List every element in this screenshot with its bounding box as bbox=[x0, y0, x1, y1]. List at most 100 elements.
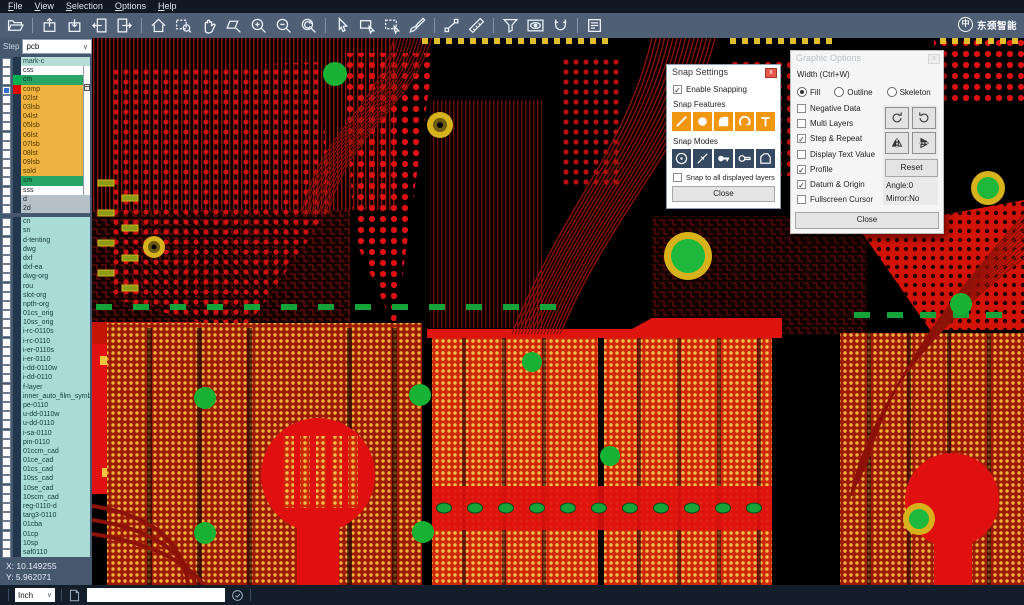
layer-row-10scm_cad[interactable]: 10scm_cad bbox=[1, 493, 90, 502]
option-fullscreen-cursor[interactable]: Fullscreen Cursor bbox=[791, 192, 883, 207]
layer-visibility-checkbox[interactable] bbox=[2, 439, 11, 448]
graphic-close-button[interactable]: Close bbox=[795, 212, 939, 229]
radio-icon[interactable] bbox=[834, 87, 844, 97]
layer-visibility-checkbox[interactable] bbox=[2, 227, 11, 236]
layer-visibility-checkbox[interactable] bbox=[2, 159, 11, 168]
view-options-icon[interactable] bbox=[523, 15, 548, 36]
zoom-out-icon[interactable] bbox=[271, 15, 296, 36]
layer-visibility-checkbox[interactable] bbox=[2, 540, 11, 549]
step-select[interactable]: pcb ∨ bbox=[22, 39, 92, 54]
next-view-icon[interactable] bbox=[112, 15, 137, 36]
layer-visibility-checkbox[interactable] bbox=[2, 168, 11, 177]
option-datum-origin[interactable]: Datum & Origin bbox=[791, 177, 883, 192]
layer-visibility-checkbox[interactable] bbox=[2, 310, 11, 319]
radio-icon[interactable] bbox=[887, 87, 897, 97]
unit-select[interactable]: Inch ∨ bbox=[15, 588, 55, 602]
polygon-mode-icon[interactable] bbox=[756, 149, 775, 168]
layer-visibility-checkbox[interactable] bbox=[2, 104, 11, 113]
home-view-icon[interactable] bbox=[146, 15, 171, 36]
pad-snap-icon[interactable] bbox=[714, 112, 733, 131]
line-tool-icon[interactable] bbox=[439, 15, 464, 36]
key-outline-mode-icon[interactable] bbox=[735, 149, 754, 168]
layer-visibility-checkbox[interactable] bbox=[2, 273, 11, 282]
layer-row-cn[interactable]: cn bbox=[1, 217, 90, 226]
command-input[interactable] bbox=[87, 588, 225, 602]
layer-row-08lst[interactable]: 08lst bbox=[1, 149, 90, 158]
mirror-horizontal-icon[interactable] bbox=[885, 132, 909, 154]
option-negative-data[interactable]: Negative Data bbox=[791, 101, 883, 116]
layer-visibility-checkbox[interactable] bbox=[2, 86, 11, 95]
layer-row-d[interactable]: d bbox=[1, 195, 90, 204]
layer-visibility-checkbox[interactable] bbox=[2, 512, 11, 521]
layer-visibility-checkbox[interactable] bbox=[2, 420, 11, 429]
key-filled-mode-icon[interactable] bbox=[714, 149, 733, 168]
layer-row-09lsb[interactable]: 09lsb bbox=[1, 158, 90, 167]
option-profile[interactable]: Profile bbox=[791, 162, 883, 177]
layer-row-01cs_cad[interactable]: 01cs_cad bbox=[1, 465, 90, 474]
layer-row-targ3-0110[interactable]: targ3-0110 bbox=[1, 511, 90, 520]
layer-visibility-checkbox[interactable] bbox=[2, 76, 11, 85]
layer-row-i-rc-0110[interactable]: i-rc-0110 bbox=[1, 337, 90, 346]
layer-row-10ss_orig[interactable]: 10ss_orig bbox=[1, 318, 90, 327]
layer-row-02lst[interactable]: 02lst bbox=[1, 94, 90, 103]
all-layers-checkbox[interactable] bbox=[673, 173, 682, 182]
layer-visibility-checkbox[interactable] bbox=[2, 384, 11, 393]
layer-row-sss[interactable]: sss bbox=[1, 186, 90, 195]
layer-row-01cba[interactable]: 01cba bbox=[1, 520, 90, 529]
layer-visibility-checkbox[interactable] bbox=[2, 365, 11, 374]
zoom-previous-icon[interactable] bbox=[296, 15, 321, 36]
layer-visibility-checkbox[interactable] bbox=[2, 393, 11, 402]
import-file-icon[interactable] bbox=[37, 15, 62, 36]
all-layers-row[interactable]: Snap to all displayed layers bbox=[667, 173, 780, 182]
layer-row-01cp[interactable]: 01cp bbox=[1, 530, 90, 539]
option-step-repeat[interactable]: Step & Repeat bbox=[791, 131, 883, 146]
layer-row-10se_cad[interactable]: 10se_cad bbox=[1, 484, 90, 493]
text-snap-icon[interactable] bbox=[756, 112, 775, 131]
layer-row-css[interactable]: css bbox=[1, 66, 90, 75]
checkbox-icon[interactable] bbox=[797, 104, 806, 113]
layer-row-sn[interactable]: sn bbox=[1, 226, 90, 235]
layer-visibility-checkbox[interactable] bbox=[2, 292, 11, 301]
layer-visibility-checkbox[interactable] bbox=[2, 319, 11, 328]
layer-row-10ss_cad[interactable]: 10ss_cad bbox=[1, 474, 90, 483]
layer-visibility-checkbox[interactable] bbox=[2, 196, 11, 205]
layer-visibility-checkbox[interactable] bbox=[2, 503, 11, 512]
layer-row-01ce_cad[interactable]: 01ce_cad bbox=[1, 456, 90, 465]
enable-snapping-checkbox[interactable] bbox=[673, 85, 682, 94]
rotate-ccw-icon[interactable] bbox=[912, 107, 936, 129]
menu-view[interactable]: View bbox=[29, 0, 60, 13]
layer-visibility-checkbox[interactable] bbox=[2, 264, 11, 273]
layer-visibility-checkbox[interactable] bbox=[2, 328, 11, 337]
line-mode-icon[interactable] bbox=[693, 149, 712, 168]
layer-visibility-checkbox[interactable] bbox=[2, 402, 11, 411]
layer-row-rou[interactable]: rou bbox=[1, 282, 90, 291]
layer-row-pin-0110[interactable]: pin-0110 bbox=[1, 438, 90, 447]
layer-visibility-checkbox[interactable] bbox=[2, 457, 11, 466]
move-selection-icon[interactable] bbox=[380, 15, 405, 36]
layer-visibility-checkbox[interactable] bbox=[2, 430, 11, 439]
polygon-select-icon[interactable] bbox=[221, 15, 246, 36]
center-mode-icon[interactable] bbox=[672, 149, 691, 168]
layer-list-scrollbar[interactable] bbox=[83, 66, 90, 195]
layer-row-sold[interactable]: sold bbox=[1, 167, 90, 176]
select-arrow-icon[interactable] bbox=[330, 15, 355, 36]
checkbox-icon[interactable] bbox=[797, 150, 806, 159]
export-file-icon[interactable] bbox=[62, 15, 87, 36]
close-icon[interactable]: x bbox=[928, 54, 940, 64]
layer-visibility-checkbox[interactable] bbox=[2, 132, 11, 141]
layer-row-i-er-0110[interactable]: i-er-0110 bbox=[1, 355, 90, 364]
zoom-window-icon[interactable] bbox=[171, 15, 196, 36]
snap-magnet-icon[interactable] bbox=[548, 15, 573, 36]
menu-selection[interactable]: Selection bbox=[60, 0, 109, 13]
layer-row-01cs_orig[interactable]: 01cs_orig bbox=[1, 309, 90, 318]
layer-row-10sp[interactable]: 10sp bbox=[1, 539, 90, 548]
layer-row-comp[interactable]: comp bbox=[1, 85, 90, 94]
layer-visibility-checkbox[interactable] bbox=[2, 150, 11, 159]
layer-row-d-tenting[interactable]: d-tenting bbox=[1, 236, 90, 245]
layer-visibility-checkbox[interactable] bbox=[2, 246, 11, 255]
layer-visibility-checkbox[interactable] bbox=[2, 187, 11, 196]
layer-row-dxf[interactable]: dxf bbox=[1, 254, 90, 263]
option-display-text-value[interactable]: Display Text Value bbox=[791, 147, 883, 162]
confirm-circle-icon[interactable] bbox=[231, 589, 244, 602]
layer-row-07lsb[interactable]: 07lsb bbox=[1, 140, 90, 149]
